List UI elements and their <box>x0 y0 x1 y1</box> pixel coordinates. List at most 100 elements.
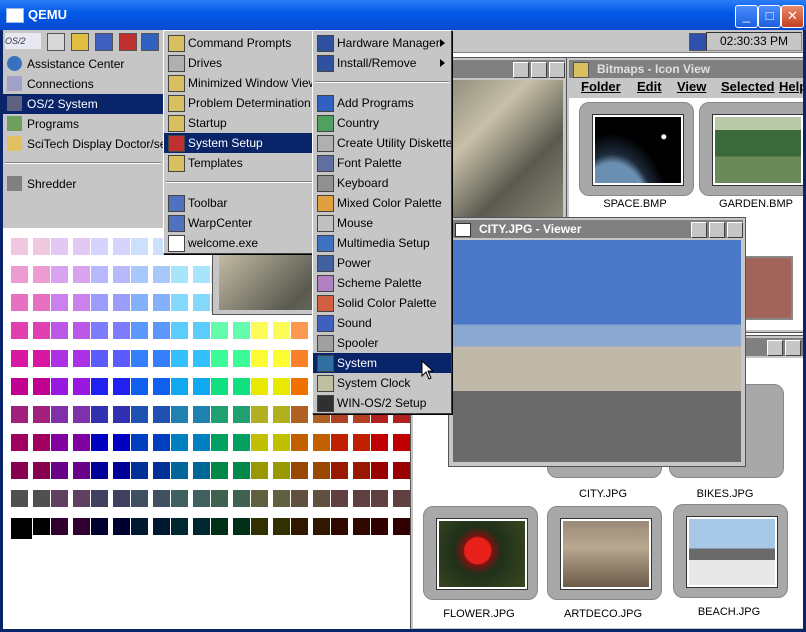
color-swatch[interactable] <box>193 266 210 283</box>
color-swatch[interactable] <box>73 490 90 507</box>
color-swatch[interactable] <box>171 490 188 507</box>
color-swatch[interactable] <box>73 462 90 479</box>
color-swatch[interactable] <box>251 322 268 339</box>
menu-item-power[interactable]: Power <box>313 253 451 273</box>
color-swatch[interactable] <box>113 266 130 283</box>
color-swatch[interactable] <box>153 294 170 311</box>
color-swatch[interactable] <box>291 322 308 339</box>
color-swatch[interactable] <box>91 462 108 479</box>
menu-item-drives[interactable]: Drives <box>164 53 314 73</box>
color-swatch[interactable] <box>73 378 90 395</box>
color-swatch[interactable] <box>233 518 250 535</box>
color-swatch[interactable] <box>51 238 68 255</box>
color-swatch[interactable] <box>171 518 188 535</box>
color-swatch[interactable] <box>153 266 170 283</box>
menu-item-mixed-color-palette[interactable]: Mixed Color Palette <box>313 193 451 213</box>
color-swatch[interactable] <box>113 406 130 423</box>
color-swatch[interactable] <box>313 518 330 535</box>
color-swatch[interactable] <box>331 462 348 479</box>
color-swatch[interactable] <box>11 406 28 423</box>
color-swatch[interactable] <box>131 490 148 507</box>
color-swatch[interactable] <box>233 350 250 367</box>
color-swatch[interactable] <box>131 350 148 367</box>
color-swatch[interactable] <box>273 322 290 339</box>
menu-item-warpcenter[interactable]: WarpCenter <box>164 213 314 233</box>
color-swatch[interactable] <box>171 266 188 283</box>
color-swatch[interactable] <box>153 378 170 395</box>
color-swatch[interactable] <box>33 294 50 311</box>
color-swatch[interactable] <box>371 518 388 535</box>
color-swatch[interactable] <box>233 378 250 395</box>
color-swatch[interactable] <box>131 294 148 311</box>
find-icon[interactable] <box>95 33 113 51</box>
color-swatch[interactable] <box>171 406 188 423</box>
color-swatch[interactable] <box>73 238 90 255</box>
color-swatch[interactable] <box>51 462 68 479</box>
menu-item-country[interactable]: Country <box>313 113 451 133</box>
color-swatch[interactable] <box>353 434 370 451</box>
color-swatch[interactable] <box>11 434 28 451</box>
color-swatch[interactable] <box>131 378 148 395</box>
images-close-button[interactable] <box>785 340 801 356</box>
color-swatch[interactable] <box>113 462 130 479</box>
color-swatch[interactable] <box>273 350 290 367</box>
images-restore-button[interactable] <box>767 340 783 356</box>
color-swatch[interactable] <box>113 490 130 507</box>
menu-folder[interactable]: Folder <box>581 79 621 94</box>
menu-item-sound[interactable]: Sound <box>313 313 451 333</box>
window-close-button[interactable] <box>549 62 565 78</box>
color-swatch[interactable] <box>273 406 290 423</box>
color-swatch[interactable] <box>353 518 370 535</box>
color-swatch[interactable] <box>193 350 210 367</box>
color-swatch[interactable] <box>51 378 68 395</box>
color-swatch[interactable] <box>233 462 250 479</box>
thumb-garden[interactable] <box>699 102 803 196</box>
color-swatch[interactable] <box>51 294 68 311</box>
color-swatch[interactable] <box>193 434 210 451</box>
color-swatch[interactable] <box>91 434 108 451</box>
color-swatch[interactable] <box>211 322 228 339</box>
color-swatch[interactable] <box>171 294 188 311</box>
menu-shredder[interactable]: Shredder <box>3 174 165 194</box>
color-swatch[interactable] <box>73 434 90 451</box>
menu-item-startup[interactable]: Startup <box>164 113 314 133</box>
color-swatch[interactable] <box>153 490 170 507</box>
menu-item-welcome-exe[interactable]: welcome.exe <box>164 233 314 253</box>
color-swatch[interactable] <box>153 322 170 339</box>
color-swatch[interactable] <box>393 518 410 535</box>
color-swatch[interactable] <box>211 350 228 367</box>
color-swatch[interactable] <box>51 490 68 507</box>
color-swatch[interactable] <box>33 350 50 367</box>
viewer-close-button[interactable] <box>727 222 743 238</box>
window-restore-button[interactable] <box>531 62 547 78</box>
color-swatch[interactable] <box>251 434 268 451</box>
color-swatch[interactable] <box>331 518 348 535</box>
color-swatch[interactable] <box>11 294 28 311</box>
color-swatch[interactable] <box>273 434 290 451</box>
color-swatch[interactable] <box>91 350 108 367</box>
color-swatch[interactable] <box>233 434 250 451</box>
color-swatch[interactable] <box>313 490 330 507</box>
lock-icon[interactable] <box>71 33 89 51</box>
city-viewer-window[interactable]: CITY.JPG - Viewer <box>448 217 746 467</box>
color-swatch[interactable] <box>291 378 308 395</box>
maximize-button[interactable]: □ <box>758 5 781 28</box>
qemu-titlebar[interactable]: QEMU _ □ ✕ <box>0 0 806 30</box>
color-swatch[interactable] <box>313 462 330 479</box>
menu-item-spooler[interactable]: Spooler <box>313 333 451 353</box>
color-swatch[interactable] <box>291 518 308 535</box>
menu-help[interactable]: Help <box>779 79 803 94</box>
color-swatch[interactable] <box>353 462 370 479</box>
color-swatch[interactable] <box>11 322 28 339</box>
color-swatch[interactable] <box>193 378 210 395</box>
color-swatch[interactable] <box>291 434 308 451</box>
color-swatch[interactable] <box>33 462 50 479</box>
color-swatch[interactable] <box>273 518 290 535</box>
color-swatch[interactable] <box>51 434 68 451</box>
color-swatch[interactable] <box>193 294 210 311</box>
color-swatch[interactable] <box>33 322 50 339</box>
color-swatch[interactable] <box>211 490 228 507</box>
color-swatch[interactable] <box>91 490 108 507</box>
color-swatch[interactable] <box>153 434 170 451</box>
color-swatch[interactable] <box>393 434 410 451</box>
